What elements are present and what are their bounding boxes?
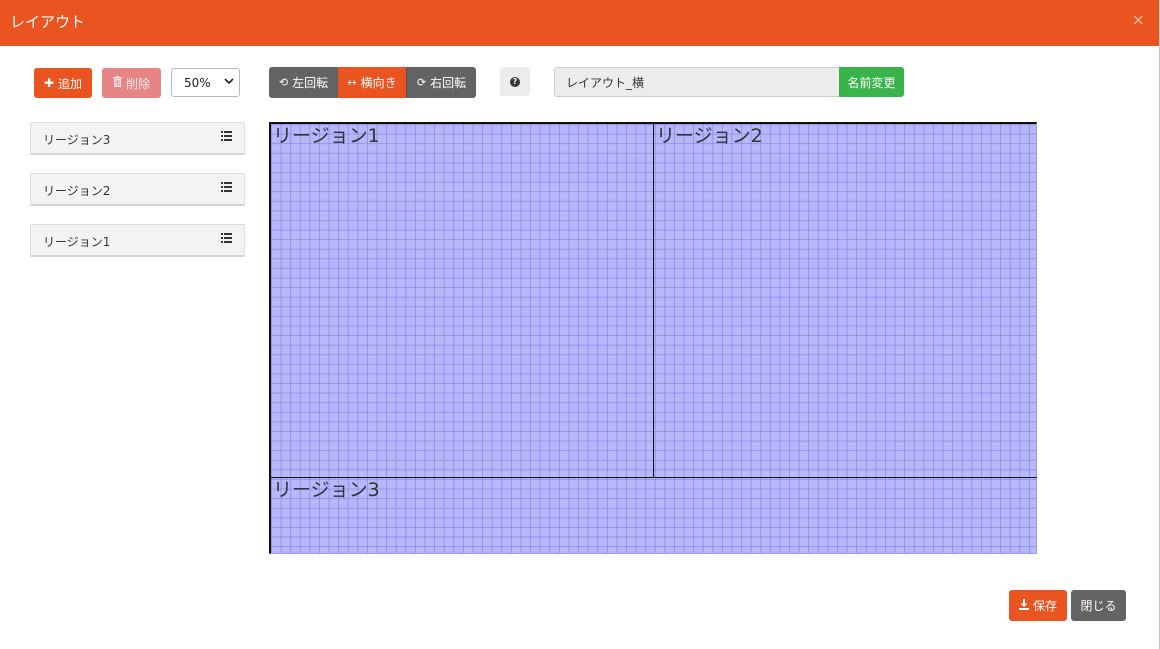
region-list-item[interactable]: リージョン3 <box>30 122 245 155</box>
zoom-select[interactable]: 50% <box>171 68 240 97</box>
download-icon <box>1018 598 1029 613</box>
region-label: リージョン3 <box>273 479 380 501</box>
save-button[interactable]: 保存 <box>1009 590 1067 621</box>
rotate-right-button[interactable]: ⟳ 右回転 <box>406 67 476 98</box>
landscape-button[interactable]: ↔ 横向き <box>338 67 406 98</box>
rotate-right-label: 右回転 <box>430 76 467 90</box>
region-list-label: リージョン2 <box>43 184 111 198</box>
zoom-value: 50% <box>184 75 211 90</box>
region-list-item[interactable]: リージョン1 <box>30 224 245 257</box>
rotate-left-label: 左回転 <box>292 76 329 90</box>
list-icon[interactable] <box>221 233 232 243</box>
list-icon[interactable] <box>221 182 232 192</box>
region-list-label: リージョン3 <box>43 133 111 147</box>
trash-icon <box>112 76 122 90</box>
add-region-button[interactable]: ✚ 追加 <box>34 68 92 98</box>
save-label: 保存 <box>1032 599 1057 613</box>
orientation-button-group: ⟲ 左回転 ↔ 横向き ⟳ 右回転 <box>269 67 476 98</box>
region-3[interactable]: リージョン3 <box>271 478 1037 554</box>
region-1[interactable]: リージョン1 <box>271 124 654 478</box>
arrows-horizontal-icon: ↔ <box>347 76 357 89</box>
delete-label: 削除 <box>125 76 150 91</box>
rotate-right-icon: ⟳ <box>416 76 427 89</box>
modal-title: レイアウト <box>10 13 86 31</box>
region-list-label: リージョン1 <box>43 235 111 249</box>
layout-canvas[interactable]: リージョン1 リージョン2 リージョン3 <box>269 122 1037 554</box>
delete-region-button[interactable]: 削除 <box>102 68 161 98</box>
layout-name-input[interactable]: レイアウト_横 <box>554 67 839 97</box>
region-list-item[interactable]: リージョン2 <box>30 173 245 206</box>
region-label: リージョン2 <box>656 125 763 147</box>
rotate-left-button[interactable]: ⟲ 左回転 <box>269 67 338 98</box>
landscape-label: 横向き <box>360 76 397 90</box>
close-button[interactable]: 閉じる <box>1071 590 1126 621</box>
modal-header: レイアウト × <box>0 0 1159 46</box>
close-icon[interactable]: × <box>1132 11 1145 29</box>
rename-button[interactable]: 名前変更 <box>839 67 904 97</box>
region-label: リージョン1 <box>273 125 380 147</box>
add-label: 追加 <box>58 76 83 91</box>
help-button[interactable]: ? <box>500 67 530 96</box>
chevron-down-icon <box>224 76 234 89</box>
layout-modal: レイアウト × ✚ 追加 削除 50% ⟲ 左回転 ↔ 横向き ⟳ 右回転 ? <box>0 0 1160 649</box>
rotate-left-icon: ⟲ <box>278 76 289 89</box>
list-icon[interactable] <box>221 131 232 141</box>
plus-icon: ✚ <box>43 76 55 90</box>
region-2[interactable]: リージョン2 <box>654 124 1037 478</box>
question-circle-icon: ? <box>510 76 520 87</box>
